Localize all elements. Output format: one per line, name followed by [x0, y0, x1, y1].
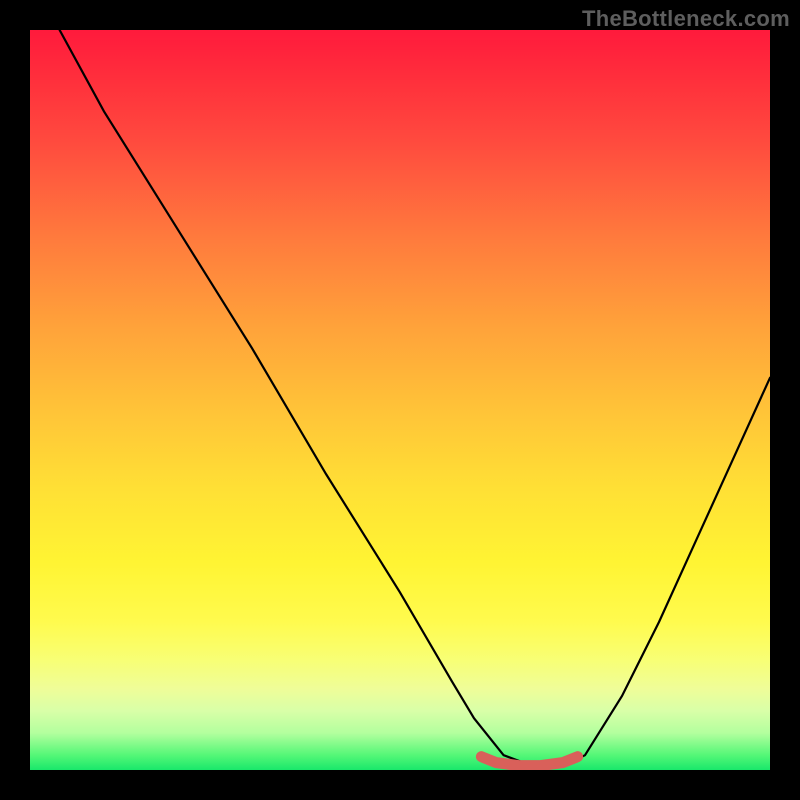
chart-frame: TheBottleneck.com	[0, 0, 800, 800]
plot-area	[30, 30, 770, 770]
flat-valley-marker	[481, 757, 577, 766]
chart-svg	[30, 30, 770, 770]
bottleneck-curve	[60, 30, 770, 766]
watermark-text: TheBottleneck.com	[582, 6, 790, 32]
